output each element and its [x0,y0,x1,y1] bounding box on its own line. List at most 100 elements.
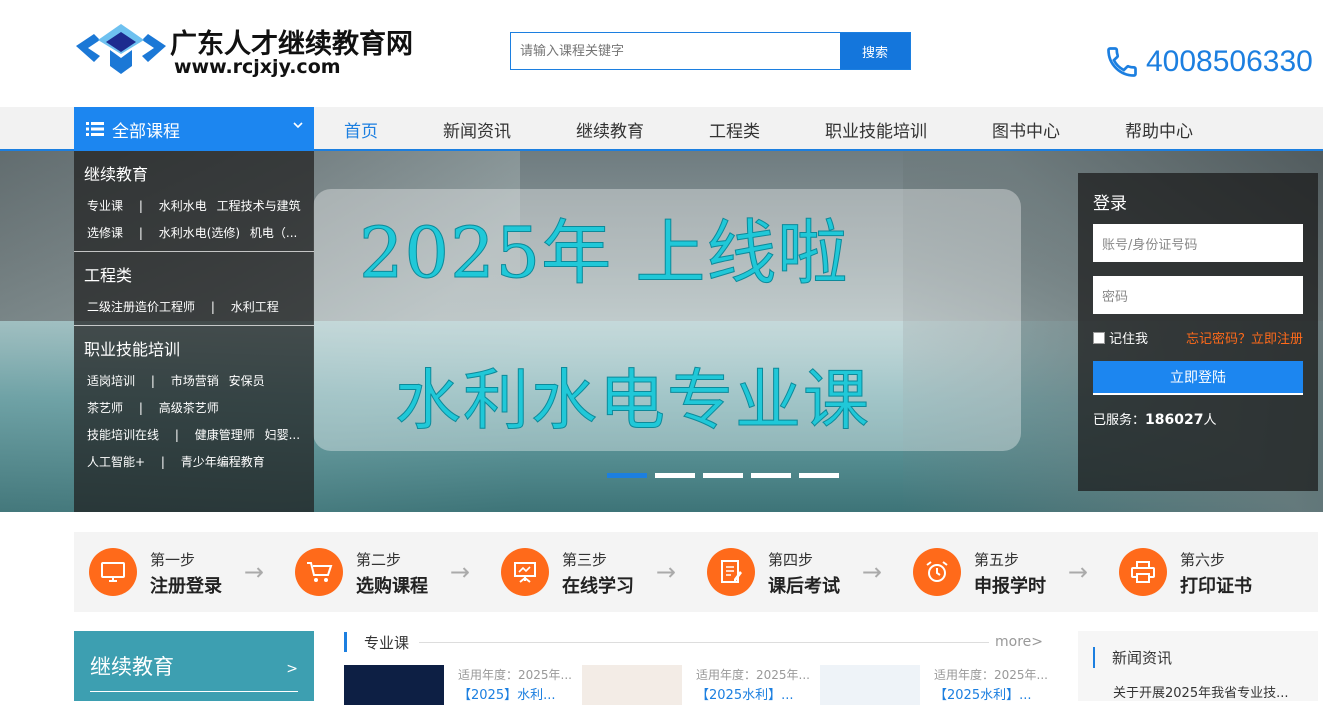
news-item[interactable]: 关于开展2025年我省专业技... [1093,682,1303,701]
menu-link[interactable]: 健康管理师 [195,428,255,442]
menu-separator: | [210,300,215,314]
step-name: 申报学时 [974,576,1046,597]
menu-group-title[interactable]: 继续教育 [84,161,304,185]
news-title: 新闻资讯 [1093,647,1303,668]
course-card[interactable]: 适用年度：2025年... 【2025水利】... [820,664,1058,705]
course-thumbnail[interactable] [820,665,920,705]
search-button[interactable]: 搜索 [840,33,910,69]
nav-item-news[interactable]: 新闻资讯 [443,117,511,142]
menu-link[interactable]: 专业课 [87,199,123,213]
menu-separator: | [174,428,179,442]
all-courses-button[interactable]: 全部课程 [74,107,314,151]
section-accent-bar [344,632,347,652]
menu-link[interactable]: 高级茶艺师 [159,401,219,415]
login-title: 登录 [1093,194,1127,214]
menu-link[interactable]: 水利工程 [231,300,279,314]
carousel-dot[interactable] [799,473,839,478]
served-label: 已服务： [1093,413,1146,428]
login-button[interactable]: 立即登陆 [1093,361,1303,395]
menu-link[interactable]: 水利水电(选修) [159,226,240,240]
remember-me[interactable]: 记住我 [1093,328,1148,347]
menu-link[interactable]: 机电（... [250,226,297,240]
course-thumbnail[interactable] [582,665,682,705]
list-icon [86,122,104,136]
step-label: 第四步 [768,551,814,569]
header: 广东人才继续教育网 www.rcjxjy.com 搜索 4008506330 [0,0,1323,107]
chevron-right-icon: > [286,661,298,677]
menu-link[interactable]: 水利水电 [159,199,207,213]
menu-link[interactable]: 工程技术与建筑 [217,199,301,213]
site-url: www.rcjxjy.com [174,56,341,78]
login-options: 记住我 忘记密码？立即注册 [1093,328,1303,347]
course-thumbnail[interactable] [344,665,444,705]
all-courses-label: 全部课程 [112,121,180,142]
nav-item-books[interactable]: 图书中心 [992,117,1060,142]
nav-item-continuing-education[interactable]: 继续教育 [576,117,644,142]
continuing-education-tab[interactable]: 继续教育 > [74,631,314,701]
divider [419,641,989,643]
category-menu: 继续教育 专业课 | 水利水电 工程技术与建筑 选修课 | 水利水电(选修) 机… [74,151,314,512]
step-exam: 第四步 课后考试 → [692,532,898,612]
carousel-dot[interactable] [655,473,695,478]
search-input[interactable] [511,33,840,69]
menu-link[interactable]: 茶艺师 [87,401,123,415]
served-count: 已服务：186027人 [1093,409,1303,428]
chevron-down-icon [293,122,303,129]
course-card[interactable]: 适用年度：2025年... 【2025】水利... [344,664,582,705]
nav-item-home[interactable]: 首页 [344,117,378,142]
course-section-title: 专业课 [364,633,410,652]
hero-banner[interactable]: 2025年 上线啦 水利水电专业课 继续教育 专业课 | 水利水电 工程技术与建… [0,151,1323,512]
more-link[interactable]: more> [995,634,1043,650]
arrow-right-icon: → [449,558,470,586]
step-register: 第一步 注册登录 → [74,532,280,612]
password-field[interactable]: 密码 [1093,276,1303,314]
carousel-dot[interactable] [607,473,647,478]
forgot-register-link[interactable]: 忘记密码？立即注册 [1186,328,1303,347]
remember-checkbox[interactable] [1093,331,1105,344]
served-number: 186027 [1145,412,1204,428]
menu-link[interactable]: 妇婴... [265,428,300,442]
menu-link[interactable]: 适岗培训 [87,374,135,388]
nav-item-vocational-training[interactable]: 职业技能培训 [825,117,927,142]
step-name: 在线学习 [562,576,634,597]
step-select-course: 第二步 选购课程 → [280,532,486,612]
menu-link[interactable]: 青少年编程教育 [181,455,265,469]
menu-group-title[interactable]: 工程类 [84,262,304,286]
process-steps: 第一步 注册登录 → 第二步 选购课程 → 第三步 在线学习 → 第四步 课后考… [74,532,1318,612]
carousel-dot[interactable] [751,473,791,478]
step-print-certificate: 第六步 打印证书 [1104,532,1310,612]
step-name: 打印证书 [1180,576,1252,597]
nav-item-help[interactable]: 帮助中心 [1125,117,1193,142]
carousel-dot[interactable] [703,473,743,478]
search-bar: 搜索 [510,32,911,70]
arrow-right-icon: → [655,558,676,586]
step-label: 第五步 [974,551,1020,569]
hotline: 4008506330 [1104,44,1313,80]
main-nav: 全部课程 首页 新闻资讯 继续教育 工程类 职业技能培训 图书中心 帮助中心 [0,107,1323,151]
carousel-indicators [607,473,847,478]
menu-link[interactable]: 二级注册造价工程师 [87,300,195,314]
nav-item-engineering[interactable]: 工程类 [709,117,760,142]
arrow-right-icon: → [243,558,264,586]
menu-link[interactable]: 选修课 [87,226,123,240]
step-label: 第二步 [356,551,402,569]
site-logo[interactable]: 广东人才继续教育网 www.rcjxjy.com [74,20,414,82]
menu-separator: | [160,455,165,469]
menu-link[interactable]: 安保员 [229,374,265,388]
step-name: 选购课程 [356,576,428,597]
course-year: 适用年度：2025年... [696,668,810,682]
menu-group-title[interactable]: 职业技能培训 [84,336,304,360]
course-year: 适用年度：2025年... [934,668,1048,682]
menu-separator: | [138,401,143,415]
divider [90,691,298,692]
remember-label: 记住我 [1109,332,1149,347]
step-label: 第三步 [562,551,608,569]
course-section-header: 专业课 more> [344,631,1043,653]
alarm-clock-icon [913,548,961,596]
account-field[interactable]: 账号/身份证号码 [1093,224,1303,262]
menu-link[interactable]: 技能培训在线 [87,428,159,442]
course-card[interactable]: 适用年度：2025年... 【2025水利】... [582,664,820,705]
menu-link[interactable]: 市场营销 [171,374,219,388]
phone-number: 4008506330 [1146,45,1313,78]
menu-link[interactable]: 人工智能+ [87,455,145,469]
